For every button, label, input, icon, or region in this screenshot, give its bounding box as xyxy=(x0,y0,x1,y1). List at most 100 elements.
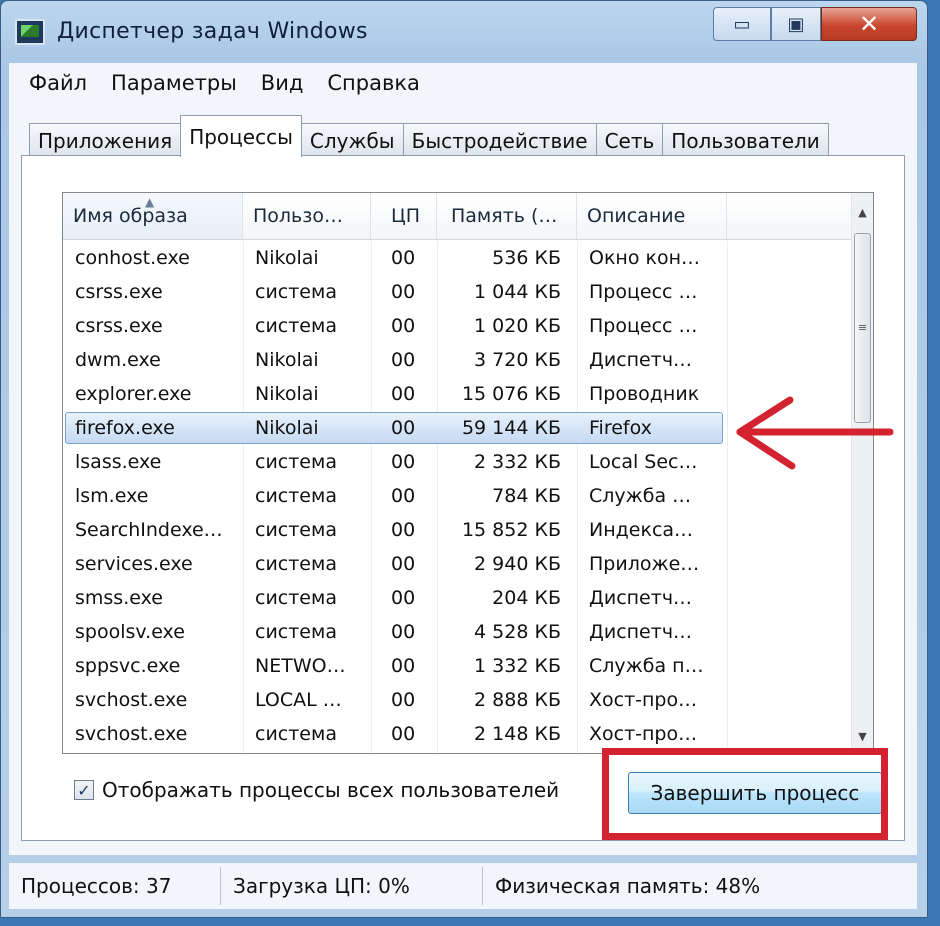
menu-view[interactable]: Вид xyxy=(261,71,304,95)
cell-user: система xyxy=(255,519,337,541)
cell-cpu: 00 xyxy=(391,417,416,439)
tab-processes[interactable]: Процессы xyxy=(180,115,302,157)
cell-cpu: 00 xyxy=(391,281,416,303)
cell-description: Служба … xyxy=(589,485,692,507)
column-cpu-label: ЦП xyxy=(391,205,421,227)
cell-cpu: 00 xyxy=(391,519,416,541)
cell-user: система xyxy=(255,451,337,473)
tab-services[interactable]: Службы xyxy=(300,123,404,157)
tab-users[interactable]: Пользователи xyxy=(662,123,829,157)
table-row[interactable]: sppsvc.exe NETWO… 00 1 332 КБ Служба п… xyxy=(63,649,853,683)
table-row[interactable]: csrss.exe система 00 1 044 КБ Процесс … xyxy=(63,275,853,309)
process-rows: conhost.exe Nikolai 00 536 КБ Окно кон… csrss… xyxy=(63,241,853,751)
cell-image-name: SearchIndexe… xyxy=(75,519,223,541)
show-all-checkbox[interactable]: ✓ xyxy=(74,780,94,800)
cell-cpu: 00 xyxy=(391,689,416,711)
cell-memory: 4 528 КБ xyxy=(474,621,561,643)
cell-user: система xyxy=(255,315,337,337)
vertical-scrollbar[interactable]: ▲ ≡ ▼ xyxy=(851,193,873,753)
column-memory[interactable]: Память (… xyxy=(437,193,577,239)
scroll-down-icon[interactable]: ▼ xyxy=(852,721,873,751)
cell-description: Процесс … xyxy=(589,315,698,337)
menu-file[interactable]: Файл xyxy=(29,71,87,95)
column-image-name[interactable]: ▲ Имя образа xyxy=(63,193,243,239)
cell-memory: 15 076 КБ xyxy=(461,383,561,405)
table-row[interactable]: svchost.exe LOCAL … 00 2 888 КБ Хост-про… xyxy=(63,683,853,717)
cell-user: система xyxy=(255,281,337,303)
cell-user: Nikolai xyxy=(255,383,319,405)
menu-options[interactable]: Параметры xyxy=(111,71,237,95)
cell-user: Nikolai xyxy=(255,247,319,269)
cell-cpu: 00 xyxy=(391,247,416,269)
cell-description: Диспетч… xyxy=(589,349,693,371)
tab-network[interactable]: Сеть xyxy=(595,123,664,157)
maximize-icon: ▣ xyxy=(787,13,805,35)
cell-cpu: 00 xyxy=(391,383,416,405)
table-row[interactable]: dwm.exe Nikolai 00 3 720 КБ Диспетч… xyxy=(63,343,853,377)
scroll-up-icon[interactable]: ▲ xyxy=(852,197,873,227)
window-title: Диспетчер задач Windows xyxy=(57,19,368,44)
end-process-highlight-box xyxy=(602,748,888,840)
cell-memory: 2 148 КБ xyxy=(474,723,561,745)
minimize-button[interactable]: ▭ xyxy=(713,7,771,41)
cell-image-name: lsm.exe xyxy=(75,485,149,507)
cell-image-name: svchost.exe xyxy=(75,689,188,711)
cell-image-name: csrss.exe xyxy=(75,281,163,303)
cell-description: Диспетч… xyxy=(589,587,693,609)
cell-cpu: 00 xyxy=(391,451,416,473)
column-description-label: Описание xyxy=(587,205,686,227)
cell-user: Nikolai xyxy=(255,417,319,439)
cell-image-name: sppsvc.exe xyxy=(75,655,181,677)
cell-memory: 2 888 КБ xyxy=(474,689,561,711)
table-row[interactable]: lsm.exe система 00 784 КБ Служба … xyxy=(63,479,853,513)
cell-user: Nikolai xyxy=(255,349,319,371)
column-image-name-label: Имя образа xyxy=(73,205,188,227)
column-memory-label: Память (… xyxy=(451,205,558,227)
cell-image-name: dwm.exe xyxy=(75,349,161,371)
cell-cpu: 00 xyxy=(391,655,416,677)
close-button[interactable]: ✕ xyxy=(821,7,917,41)
minimize-icon: ▭ xyxy=(733,13,751,35)
checkmark-icon: ✓ xyxy=(77,780,91,800)
cell-description: Окно кон… xyxy=(589,247,701,269)
cell-memory: 2 940 КБ xyxy=(474,553,561,575)
process-list-header: ▲ Имя образа Пользо… ЦП Память (… Описан… xyxy=(63,193,853,240)
title-bar[interactable]: Диспетчер задач Windows ▭ ▣ ✕ xyxy=(1,1,927,63)
task-manager-app-icon xyxy=(15,19,45,45)
cell-image-name: firefox.exe xyxy=(75,417,175,439)
tab-applications[interactable]: Приложения xyxy=(29,123,182,157)
show-all-label: Отображать процессы всех пользователей xyxy=(102,778,560,802)
process-list[interactable]: ▲ Имя образа Пользо… ЦП Память (… Описан… xyxy=(62,192,874,754)
cell-image-name: conhost.exe xyxy=(75,247,190,269)
cell-memory: 1 020 КБ xyxy=(474,315,561,337)
cell-description: Хост-про… xyxy=(589,723,698,745)
table-row[interactable]: spoolsv.exe система 00 4 528 КБ Диспетч… xyxy=(63,615,853,649)
cell-cpu: 00 xyxy=(391,485,416,507)
column-user[interactable]: Пользо… xyxy=(243,193,371,239)
cell-user: LOCAL … xyxy=(255,689,342,711)
table-row[interactable]: smss.exe система 00 204 КБ Диспетч… xyxy=(63,581,853,615)
show-all-processes-option[interactable]: ✓ Отображать процессы всех пользователей xyxy=(74,778,559,802)
table-row[interactable]: SearchIndexe… система 00 15 852 КБ Индекса… xyxy=(63,513,853,547)
cell-cpu: 00 xyxy=(391,723,416,745)
tab-performance[interactable]: Быстродействие xyxy=(402,123,597,157)
cell-description: Процесс … xyxy=(589,281,698,303)
status-process-count: Процессов: 37 xyxy=(9,867,221,905)
table-row[interactable]: conhost.exe Nikolai 00 536 КБ Окно кон… xyxy=(63,241,853,275)
cell-description: Хост-про… xyxy=(589,689,698,711)
cell-image-name: spoolsv.exe xyxy=(75,621,185,643)
column-description[interactable]: Описание xyxy=(577,193,727,239)
cell-description: Local Sec… xyxy=(589,451,698,473)
cell-user: система xyxy=(255,553,337,575)
cell-description: Диспетч… xyxy=(589,621,693,643)
status-physical-memory: Физическая память: 48% xyxy=(495,874,761,898)
maximize-button[interactable]: ▣ xyxy=(771,7,821,41)
cell-cpu: 00 xyxy=(391,621,416,643)
table-row[interactable]: services.exe система 00 2 940 КБ Приложе… xyxy=(63,547,853,581)
column-cpu[interactable]: ЦП xyxy=(371,193,437,239)
table-row[interactable]: csrss.exe система 00 1 020 КБ Процесс … xyxy=(63,309,853,343)
table-row[interactable]: svchost.exe система 00 2 148 КБ Хост-про… xyxy=(63,717,853,751)
cell-memory: 2 332 КБ xyxy=(474,451,561,473)
cell-description: Проводник xyxy=(589,383,700,405)
menu-help[interactable]: Справка xyxy=(327,71,420,95)
